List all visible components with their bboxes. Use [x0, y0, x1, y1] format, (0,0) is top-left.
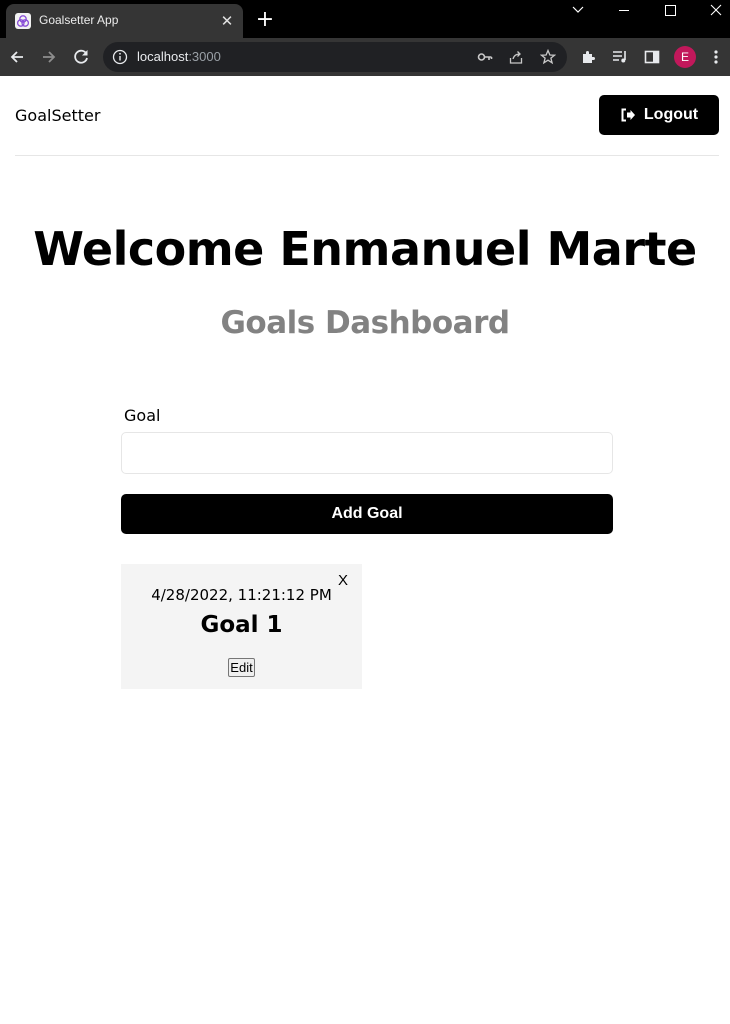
browser-toolbar: localhost:3000 E — [0, 38, 730, 76]
url-host: localhost — [137, 49, 189, 64]
brand-logo-link[interactable]: GoalSetter — [15, 106, 100, 125]
minimize-icon[interactable] — [601, 0, 647, 24]
site-info-icon[interactable] — [112, 49, 128, 65]
forward-arrow-icon[interactable] — [37, 45, 61, 69]
goal-label: Goal — [124, 406, 161, 425]
browser-menu-kebab-icon[interactable] — [709, 48, 723, 66]
share-icon[interactable] — [508, 49, 524, 65]
add-goal-button[interactable]: Add Goal — [121, 494, 613, 534]
app-favicon-icon — [15, 13, 31, 29]
url-text: localhost:3000 — [137, 49, 221, 64]
goal-date: 4/28/2022, 11:21:12 PM — [151, 586, 332, 604]
new-tab-icon[interactable]: + — [255, 9, 275, 31]
dashboard-subtitle: Goals Dashboard — [220, 305, 510, 341]
maximize-icon[interactable] — [647, 0, 693, 24]
logout-icon — [620, 108, 636, 122]
welcome-heading: Welcome Enmanuel Marte — [33, 222, 697, 276]
browser-titlebar: Goalsetter App ✕ + — [0, 0, 730, 38]
tab-close-icon[interactable]: ✕ — [219, 13, 235, 29]
browser-tab[interactable]: Goalsetter App ✕ — [6, 4, 243, 38]
tab-search-chevron-icon[interactable] — [555, 0, 601, 24]
profile-avatar[interactable]: E — [674, 46, 696, 68]
key-icon[interactable] — [477, 49, 493, 65]
edit-goal-button[interactable]: Edit — [228, 658, 255, 677]
goal-card: 4/28/2022, 11:21:12 PM Goal 1 X Edit — [121, 564, 362, 689]
extensions-puzzle-icon[interactable] — [580, 48, 598, 66]
goal-title: Goal 1 — [200, 612, 283, 638]
logout-button[interactable]: Logout — [599, 95, 719, 135]
side-panel-icon[interactable] — [643, 48, 661, 66]
site-header: GoalSetter Logout — [15, 76, 719, 156]
logout-label: Logout — [643, 106, 699, 123]
page-content: GoalSetter Logout Welcome Enmanuel Marte… — [0, 76, 730, 1024]
tab-title: Goalsetter App — [39, 13, 119, 27]
delete-goal-button[interactable]: X — [335, 572, 351, 590]
bookmark-star-icon[interactable] — [539, 48, 557, 65]
window-close-icon[interactable] — [693, 0, 730, 24]
reload-icon[interactable] — [69, 45, 93, 69]
media-queue-icon[interactable] — [611, 48, 629, 66]
goal-input[interactable] — [121, 432, 613, 474]
address-bar[interactable]: localhost:3000 — [103, 42, 567, 72]
url-port: :3000 — [188, 49, 221, 64]
back-arrow-icon[interactable] — [5, 45, 29, 69]
